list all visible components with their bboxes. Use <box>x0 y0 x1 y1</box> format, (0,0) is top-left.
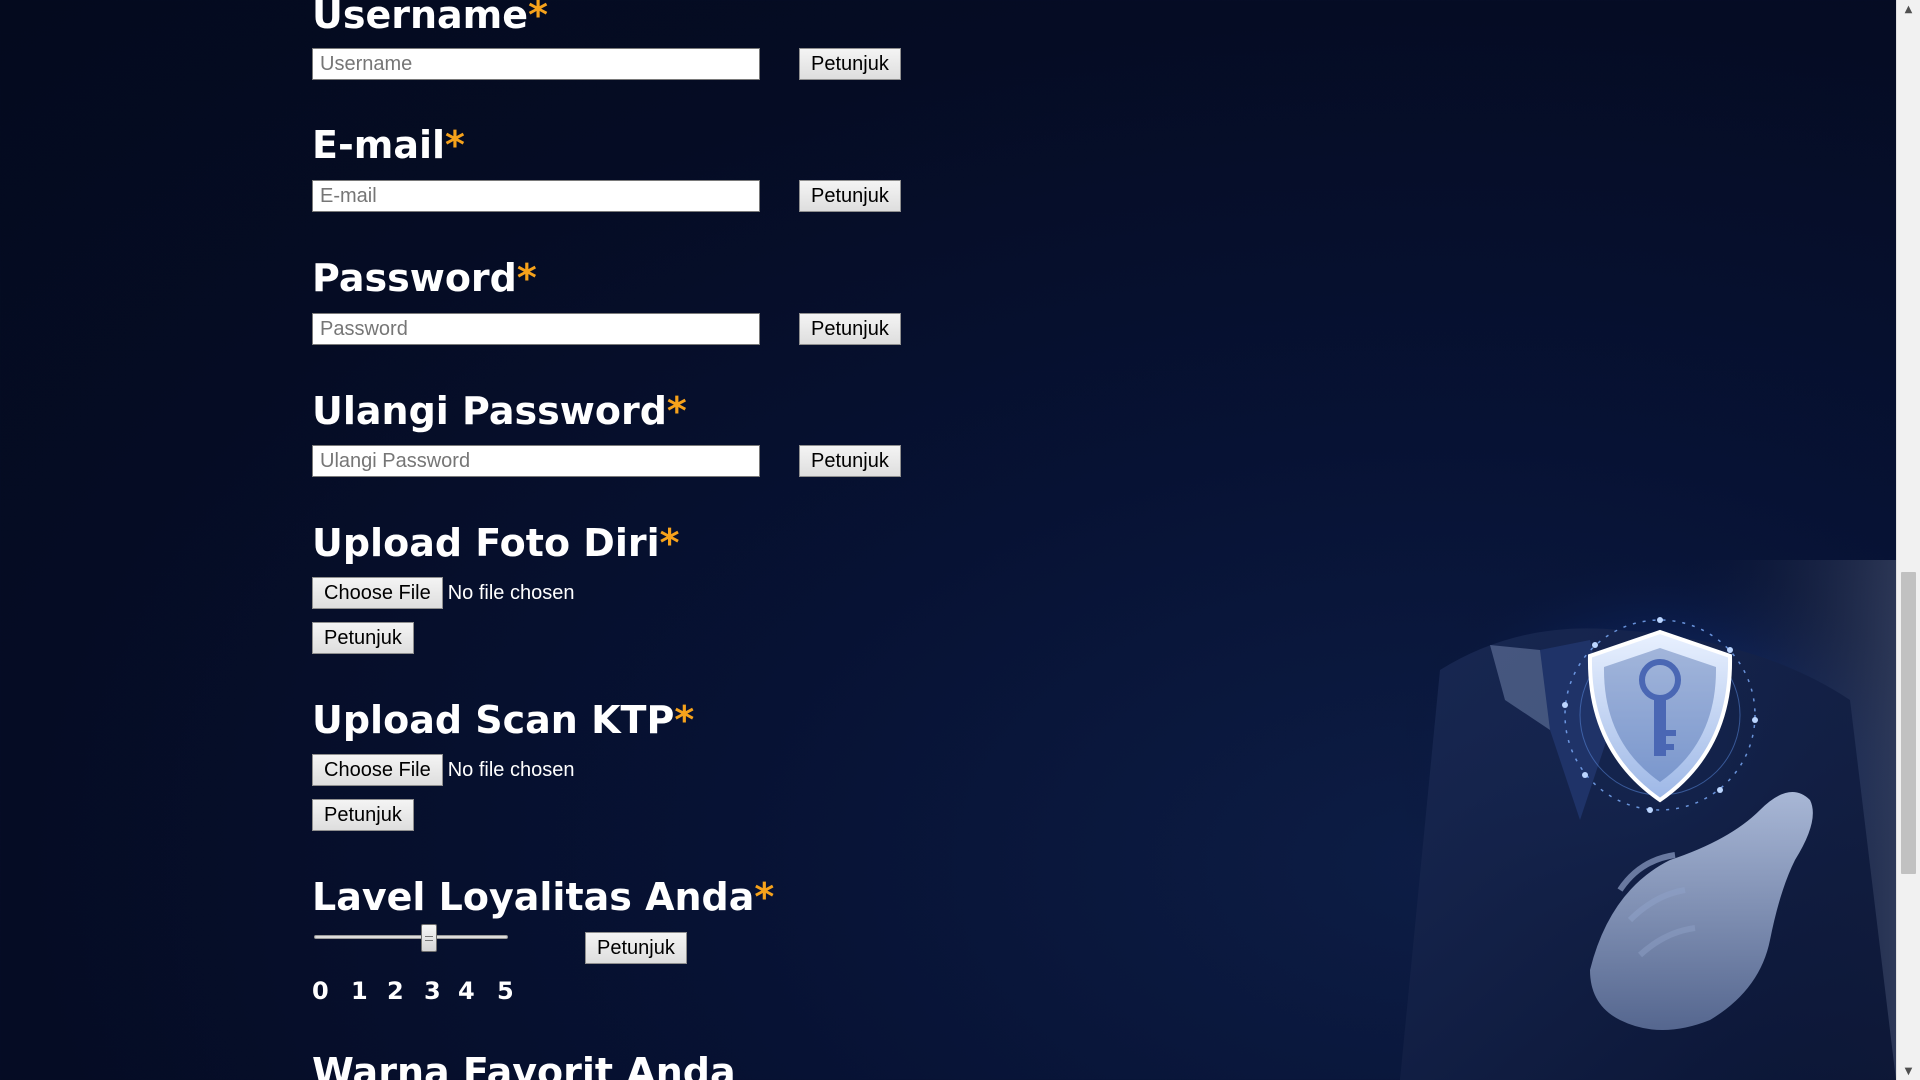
password-label: Password* <box>312 256 537 300</box>
username-input[interactable] <box>312 48 760 80</box>
loyalty-slider[interactable] <box>314 922 508 954</box>
upload-photo-label: Upload Foto Diri* <box>312 521 680 565</box>
upload-photo-file-input[interactable]: Choose File No file chosen <box>312 577 574 609</box>
loyalty-tick-5: 5 <box>497 977 514 1005</box>
repeat-password-input[interactable] <box>312 445 760 477</box>
loyalty-tick-4: 4 <box>458 977 475 1005</box>
email-label: E-mail* <box>312 123 465 167</box>
required-mark: * <box>528 0 548 37</box>
username-label: Username* <box>312 0 548 38</box>
loyalty-label: Lavel Loyalitas Anda* <box>312 875 775 919</box>
password-hint-button[interactable]: Petunjuk <box>799 313 901 345</box>
upload-ktp-choose-button[interactable]: Choose File <box>312 754 443 786</box>
triangle-up-icon[interactable]: ▲ <box>1897 0 1920 18</box>
loyalty-slider-track[interactable] <box>314 935 508 939</box>
upload-ktp-file-input[interactable]: Choose File No file chosen <box>312 754 574 786</box>
email-hint-button[interactable]: Petunjuk <box>799 180 901 212</box>
password-input[interactable] <box>312 313 760 345</box>
required-mark: * <box>659 521 680 565</box>
repeat-password-label: Ulangi Password* <box>312 389 687 433</box>
loyalty-tick-3: 3 <box>424 977 441 1005</box>
username-hint-button[interactable]: Petunjuk <box>799 48 901 80</box>
required-mark: * <box>754 875 775 919</box>
email-input[interactable] <box>312 180 760 212</box>
required-mark: * <box>666 389 687 433</box>
upload-ktp-status: No file chosen <box>447 758 575 781</box>
upload-photo-hint-button[interactable]: Petunjuk <box>312 622 414 654</box>
loyalty-hint-button[interactable]: Petunjuk <box>585 932 687 964</box>
required-mark: * <box>516 256 537 300</box>
required-mark: * <box>445 123 465 167</box>
security-shield-key-icon <box>1290 560 1896 1080</box>
upload-photo-choose-button[interactable]: Choose File <box>312 577 443 609</box>
loyalty-tick-0: 0 <box>312 977 329 1005</box>
upload-ktp-label: Upload Scan KTP* <box>312 698 695 742</box>
page-scrollbar[interactable]: ▲ ▼ <box>1896 0 1920 1080</box>
upload-ktp-hint-button[interactable]: Petunjuk <box>312 799 414 831</box>
favorite-color-label: Warna Favorit Anda <box>312 1050 736 1080</box>
required-mark: * <box>674 698 695 742</box>
loyalty-tick-2: 2 <box>387 977 404 1005</box>
triangle-down-icon[interactable]: ▼ <box>1897 1062 1920 1080</box>
scrollbar-thumb[interactable] <box>1901 572 1916 874</box>
loyalty-slider-thumb[interactable] <box>420 924 437 952</box>
upload-photo-status: No file chosen <box>447 581 575 604</box>
loyalty-tick-1: 1 <box>351 977 368 1005</box>
repeat-password-hint-button[interactable]: Petunjuk <box>799 445 901 477</box>
